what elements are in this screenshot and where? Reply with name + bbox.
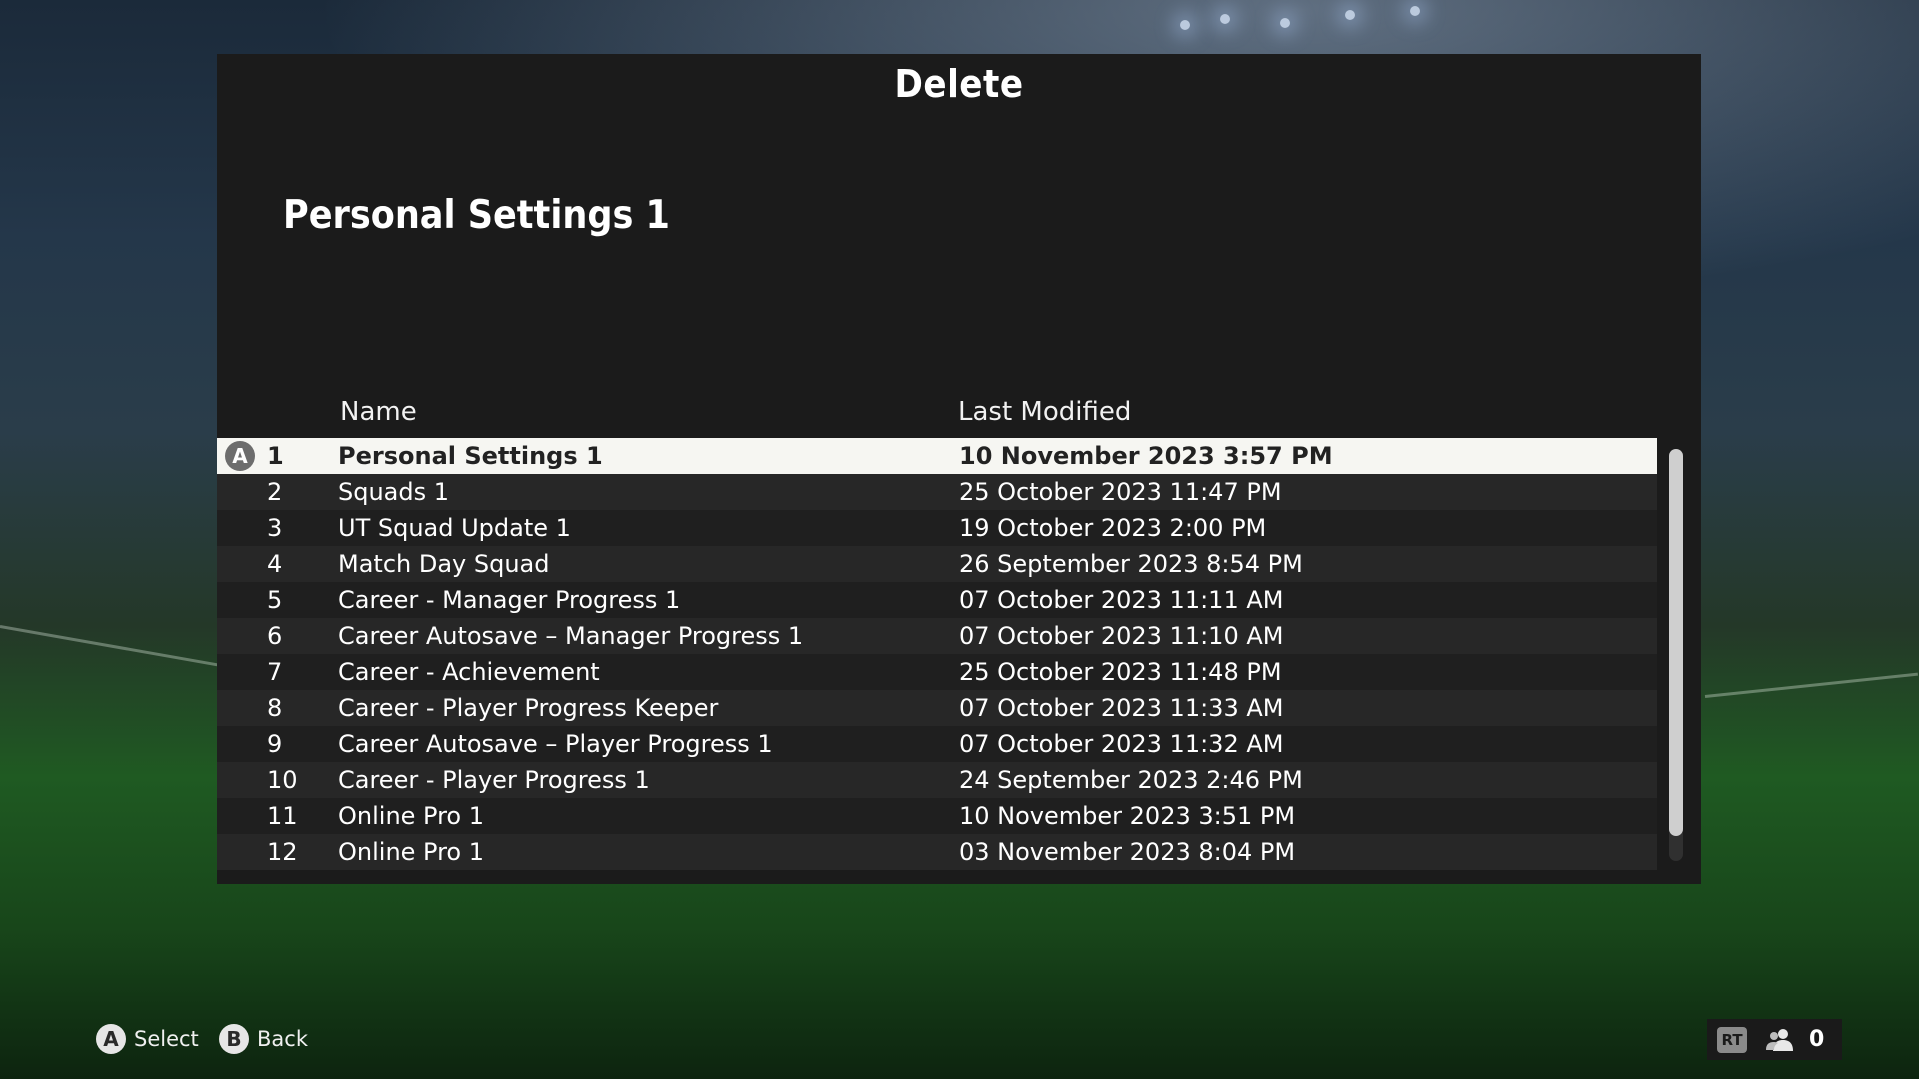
row-name: Match Day Squad — [338, 550, 550, 578]
table-row[interactable]: 9 Career Autosave – Player Progress 1 07 O… — [217, 726, 1657, 762]
stadium-light — [1410, 6, 1420, 16]
select-hint[interactable]: A Select — [96, 1024, 199, 1054]
table-row[interactable]: 3 UT Squad Update 1 19 October 2023 2:00 P… — [217, 510, 1657, 546]
table-row[interactable]: A 1 Personal Settings 1 10 November 2023 3:… — [217, 438, 1657, 474]
row-last-modified: 25 October 2023 11:47 PM — [959, 478, 1282, 506]
back-label: Back — [257, 1027, 308, 1051]
row-name: Online Pro 1 — [338, 802, 485, 830]
people-icon — [1765, 1027, 1795, 1053]
row-number: 11 — [267, 802, 298, 830]
row-last-modified: 07 October 2023 11:32 AM — [959, 730, 1284, 758]
select-label: Select — [134, 1027, 199, 1051]
back-hint[interactable]: B Back — [219, 1024, 308, 1054]
row-last-modified: 25 October 2023 11:48 PM — [959, 658, 1282, 686]
row-name: Personal Settings 1 — [338, 442, 603, 470]
row-name: Career Autosave – Manager Progress 1 — [338, 622, 804, 650]
column-header-last-modified: Last Modified — [958, 397, 1132, 427]
stadium-light — [1345, 10, 1355, 20]
row-last-modified: 19 October 2023 2:00 PM — [959, 514, 1267, 542]
row-number: 3 — [267, 514, 283, 542]
table-row[interactable]: 8 Career - Player Progress Keeper 07 Octob… — [217, 690, 1657, 726]
table-row[interactable]: 11 Online Pro 1 10 November 2023 3:51 PM — [217, 798, 1657, 834]
a-button-icon: A — [225, 441, 255, 471]
row-last-modified: 07 October 2023 11:11 AM — [959, 586, 1284, 614]
selected-item-title: Personal Settings 1 — [283, 193, 670, 238]
row-last-modified: 07 October 2023 11:10 AM — [959, 622, 1284, 650]
scrollbar-thumb[interactable] — [1669, 449, 1683, 836]
a-button-icon: A — [96, 1024, 126, 1054]
table-row[interactable]: 4 Match Day Squad 26 September 2023 8:54 P… — [217, 546, 1657, 582]
table-row[interactable]: 10 Career - Player Progress 1 24 September… — [217, 762, 1657, 798]
column-header-name: Name — [340, 397, 417, 427]
table-row[interactable]: 12 Online Pro 1 03 November 2023 8:04 PM — [217, 834, 1657, 870]
pitch-line — [0, 625, 227, 668]
row-last-modified: 03 November 2023 8:04 PM — [959, 838, 1296, 866]
row-number: 2 — [267, 478, 283, 506]
stadium-light — [1280, 18, 1290, 28]
row-number: 4 — [267, 550, 283, 578]
row-name: Career - Player Progress 1 — [338, 766, 650, 794]
row-last-modified: 24 September 2023 2:46 PM — [959, 766, 1303, 794]
table-row[interactable]: 2 Squads 1 25 October 2023 11:47 PM — [217, 474, 1657, 510]
row-name: Career - Manager Progress 1 — [338, 586, 681, 614]
row-last-modified: 26 September 2023 8:54 PM — [959, 550, 1303, 578]
table-row[interactable]: 7 Career - Achievement 25 October 2023 11:… — [217, 654, 1657, 690]
b-button-icon: B — [219, 1024, 249, 1054]
stadium-light — [1180, 20, 1190, 30]
row-number: 1 — [267, 442, 284, 470]
row-last-modified: 10 November 2023 3:57 PM — [959, 442, 1333, 470]
delete-dialog: Delete Personal Settings 1 Name Last Mod… — [217, 54, 1701, 884]
row-number: 7 — [267, 658, 283, 686]
row-number: 10 — [267, 766, 298, 794]
row-number: 6 — [267, 622, 283, 650]
row-name: Career Autosave – Player Progress 1 — [338, 730, 773, 758]
party-indicator[interactable]: RT 0 — [1707, 1019, 1842, 1060]
row-name: Career - Player Progress Keeper — [338, 694, 719, 722]
row-name: Online Pro 1 — [338, 838, 485, 866]
row-name: Squads 1 — [338, 478, 450, 506]
save-file-list: A 1 Personal Settings 1 10 November 2023 3:… — [217, 438, 1657, 870]
row-name: UT Squad Update 1 — [338, 514, 571, 542]
table-row[interactable]: 5 Career - Manager Progress 1 07 October 2… — [217, 582, 1657, 618]
row-number: 5 — [267, 586, 283, 614]
table-row[interactable]: 6 Career Autosave – Manager Progress 1 07 … — [217, 618, 1657, 654]
row-number: 9 — [267, 730, 283, 758]
dialog-title: Delete — [894, 62, 1024, 106]
pitch-line — [1704, 672, 1918, 698]
row-last-modified: 10 November 2023 3:51 PM — [959, 802, 1296, 830]
stadium-light — [1220, 14, 1230, 24]
row-last-modified: 07 October 2023 11:33 AM — [959, 694, 1284, 722]
party-count: 0 — [1809, 1027, 1825, 1052]
row-number: 12 — [267, 838, 298, 866]
row-number: 8 — [267, 694, 283, 722]
scrollbar[interactable] — [1669, 449, 1683, 861]
row-name: Career - Achievement — [338, 658, 600, 686]
rt-trigger-icon: RT — [1717, 1026, 1747, 1053]
